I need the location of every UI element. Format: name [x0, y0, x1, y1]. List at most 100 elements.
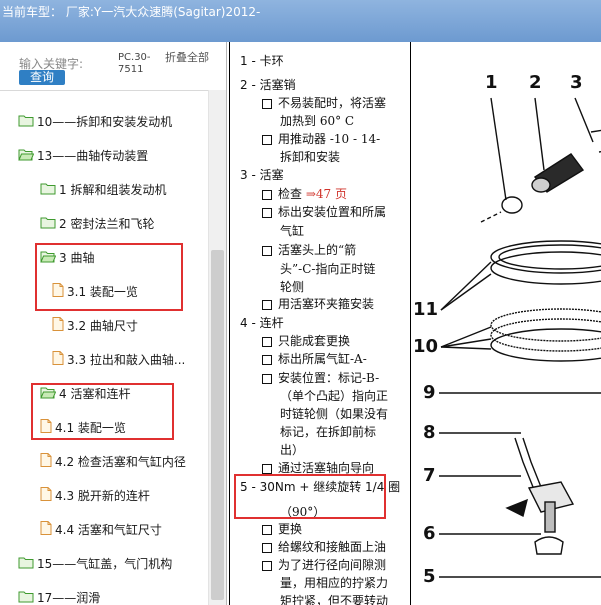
tree-item[interactable]: 15——气缸盖，气门机构: [18, 555, 172, 573]
bullet-item: 只能成套更换: [262, 332, 350, 349]
tree-item[interactable]: 4.3 脱开新的连杆: [40, 487, 150, 505]
highlight-box: [31, 383, 174, 440]
folder-icon: [18, 590, 34, 605]
folder-icon: [18, 556, 34, 574]
line-text: 头”-C-指向正时链: [280, 262, 376, 276]
line-text: 气缸: [280, 224, 305, 238]
document-icon: [40, 487, 52, 506]
line-text: 3 - 活塞: [240, 168, 284, 182]
document-icon: [40, 521, 52, 540]
callout-label: 11: [413, 299, 439, 320]
search-panel: 输入关键字: 查询 PC.30-7511 折叠全部: [0, 42, 226, 91]
bullet-item: 用推动器 -10 - 14-: [262, 130, 380, 147]
bullet-item: 用活塞环夹箍安装: [262, 295, 374, 312]
document-icon: [52, 317, 64, 336]
highlight-box: [234, 474, 386, 519]
checkbox-bullet-icon: [262, 560, 272, 571]
item-heading: 2 - 活塞销: [240, 76, 296, 93]
tree-item-label: 4.4 活塞和气缸尺寸: [55, 523, 162, 537]
tree-item-label: 10——拆卸和安装发动机: [37, 115, 173, 129]
document-icon: [52, 351, 64, 370]
toc-tree: 10——拆卸和安装发动机 13——曲轴传动装置 1 拆解和组装发动机 2 密封法兰和飞…: [0, 90, 208, 605]
page-code: PC.30-7511: [118, 52, 151, 75]
page-link[interactable]: ⇒47 页: [306, 187, 347, 201]
line-text: 量，用相应的拧紧力: [280, 576, 389, 590]
tree-item[interactable]: 17——润滑: [18, 589, 100, 605]
checkbox-bullet-icon: [262, 542, 272, 553]
line-text: 标记，在拆卸前标: [280, 425, 377, 439]
tree-item[interactable]: 4.2 检查活塞和气缸内径: [40, 453, 186, 471]
navigation-pane: 输入关键字: 查询 PC.30-7511 折叠全部 10——拆卸和安装发动机 13…: [0, 42, 227, 605]
bullet-continuation: 加热到 60° C: [280, 112, 354, 129]
line-text: 时链轮侧（如果没有: [280, 407, 389, 421]
line-text: 1 - 卡环: [240, 54, 284, 68]
callout-label: 8: [423, 422, 436, 443]
tree-item-label: 1 拆解和组装发动机: [59, 183, 167, 197]
title-bar: 当前车型： 厂家:Y一汽大众速腾(Sagitar)2012-: [0, 0, 601, 42]
line-text: 矩拧紧，但不要转动: [280, 594, 389, 605]
line-text: 4 - 连杆: [240, 316, 284, 330]
bullet-continuation: 时链轮侧（如果没有: [280, 405, 388, 422]
tree-item-label: 2 密封法兰和飞轮: [59, 217, 155, 231]
bullet-continuation: 标记，在拆卸前标: [280, 423, 376, 440]
tree-item-label: 3.3 拉出和敲入曲轴...: [67, 353, 186, 367]
tree-item[interactable]: 10——拆卸和安装发动机: [18, 113, 172, 131]
document-icon: [40, 453, 52, 472]
checkbox-bullet-icon: [262, 373, 272, 384]
line-text: 拆卸和安装: [280, 150, 341, 164]
tree-item[interactable]: 3.3 拉出和敲入曲轴...: [52, 351, 185, 369]
checkbox-bullet-icon: [262, 245, 272, 256]
line-text: 检查: [278, 187, 306, 201]
item-heading: 4 - 连杆: [240, 314, 284, 331]
scrollbar-thumb[interactable]: [211, 250, 224, 600]
line-text: 出）: [280, 443, 305, 457]
line-text: 通过活塞轴向导向: [278, 461, 375, 475]
bullet-continuation: 头”-C-指向正时链: [280, 260, 375, 277]
line-text: 活塞头上的“箭: [278, 243, 357, 257]
tree-item-label: 13——曲轴传动装置: [37, 149, 149, 163]
bullet-continuation: 量，用相应的拧紧力: [280, 574, 388, 591]
line-text: 加热到 60° C: [280, 114, 355, 128]
query-button[interactable]: 查询: [19, 70, 65, 85]
tree-item[interactable]: 13——曲轴传动装置: [18, 147, 148, 165]
line-text: 用活塞环夹箍安装: [278, 297, 375, 311]
parts-diagram: 1 2 3 11 10 9 8 7 6 5: [410, 42, 601, 605]
tree-item-label: 4.3 脱开新的连杆: [55, 489, 150, 503]
checkbox-bullet-icon: [262, 134, 272, 145]
checkbox-bullet-icon: [262, 207, 272, 218]
line-text: 不易装配时，将活塞: [278, 96, 387, 110]
bullet-item: 检查 ⇒47 页: [262, 185, 347, 202]
line-text: 用推动器 -10 - 14-: [278, 132, 381, 146]
checkbox-bullet-icon: [262, 524, 272, 535]
bullet-item: 不易装配时，将活塞: [262, 94, 386, 111]
line-text: 2 - 活塞销: [240, 78, 296, 92]
bullet-item: 给螺纹和接触面上油: [262, 538, 386, 555]
tree-item-label: 4.2 检查活塞和气缸内径: [55, 455, 186, 469]
document-pane: 1 - 卡环 2 - 活塞销不易装配时，将活塞 加热到 60° C 用推动器 -10 …: [227, 42, 601, 605]
tree-scrollbar[interactable]: [208, 90, 226, 605]
checkbox-bullet-icon: [262, 336, 272, 347]
tree-item[interactable]: 3.2 曲轴尺寸: [52, 317, 138, 335]
tree-item[interactable]: 2 密封法兰和飞轮: [40, 215, 154, 233]
fold-all-button[interactable]: 折叠全部: [165, 52, 209, 64]
tree-item-label: 15——气缸盖，气门机构: [37, 557, 173, 571]
callout-label: 2: [529, 72, 542, 93]
tree-item[interactable]: 1 拆解和组装发动机: [40, 181, 166, 199]
callout-label: 5: [423, 566, 436, 587]
bullet-continuation: 出）: [280, 441, 304, 458]
line-text: （单个凸起）指向正: [280, 389, 389, 403]
tree-item[interactable]: 4.4 活塞和气缸尺寸: [40, 521, 162, 539]
checkbox-bullet-icon: [262, 299, 272, 310]
tree-item-label: 3.2 曲轴尺寸: [67, 319, 138, 333]
tree-item-label: 17——润滑: [37, 591, 101, 605]
callout-label: 1: [485, 72, 498, 93]
checkbox-bullet-icon: [262, 189, 272, 200]
checkbox-bullet-icon: [262, 463, 272, 474]
highlight-box: [35, 243, 183, 311]
line-text: 标出安装位置和所属: [278, 205, 387, 219]
bullet-item: 更换: [262, 520, 302, 537]
line-text: 给螺纹和接触面上油: [278, 540, 387, 554]
line-text: 标出所属气缸-A-: [278, 352, 367, 366]
piston-assembly-drawing: [439, 97, 601, 578]
callout-label: 6: [423, 523, 436, 544]
